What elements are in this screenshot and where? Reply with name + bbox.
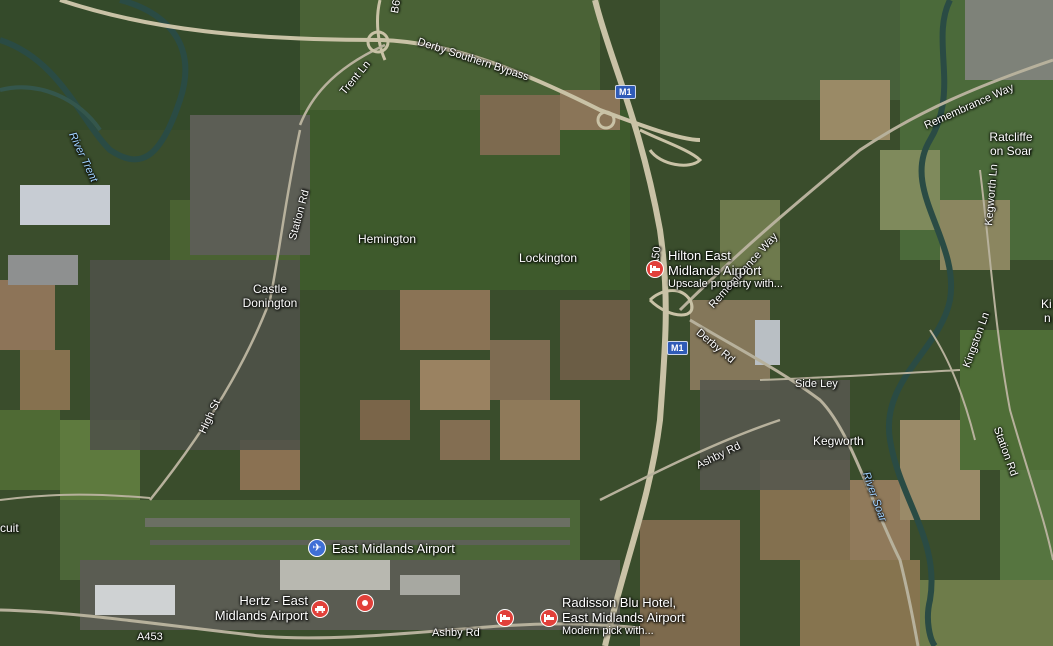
place-castle-donington: Castle Donington: [240, 282, 300, 310]
road-side-ley: Side Ley: [795, 378, 838, 390]
poi-radisson-label[interactable]: Radisson Blu Hotel, East Midlands Airpor…: [562, 595, 685, 638]
bed-icon: [500, 614, 510, 622]
poi-radisson-title-1: Radisson Blu Hotel,: [562, 595, 677, 610]
poi-hilton-label[interactable]: Hilton East Midlands Airport Upscale pro…: [668, 248, 783, 291]
poi-hertz-label[interactable]: Hertz - East Midlands Airport: [204, 593, 308, 623]
airplane-icon: ✈: [312, 541, 322, 554]
satellite-imagery: [0, 0, 1053, 646]
poi-hilton-subtitle: Upscale property with...: [668, 278, 783, 290]
place-lockington: Lockington: [519, 251, 578, 265]
airport-grounds: [60, 500, 620, 630]
place-castle-donington-line1: Castle: [252, 282, 287, 296]
car-icon: [315, 606, 325, 613]
bed-icon: [650, 265, 660, 273]
m1-shield-mid: M1: [667, 341, 688, 355]
airport-pin[interactable]: ✈: [308, 539, 326, 557]
place-ratcliffe-line1: Ratcliffe: [989, 130, 1033, 144]
m1-shield-top: M1: [615, 85, 636, 99]
poi-hertz-title-1: Hertz - East: [239, 593, 308, 608]
place-kegworth: Kegworth: [813, 434, 864, 448]
road-a453: A453: [137, 631, 163, 643]
place-ratcliffe-line2: on Soar: [989, 144, 1033, 158]
dot-icon: [362, 600, 368, 606]
poi-hilton-title-1: Hilton East: [668, 248, 731, 263]
place-pin-generic[interactable]: [356, 594, 374, 612]
map-view[interactable]: Hemington Lockington Castle Donington Ke…: [0, 0, 1053, 646]
hotel-pin-hilton[interactable]: [646, 260, 664, 278]
road-b6: B6: [388, 0, 404, 15]
poi-hertz-title-2: Midlands Airport: [214, 608, 308, 623]
place-n-fragment: n: [1044, 311, 1051, 325]
place-circuit-fragment: cuit: [0, 521, 19, 535]
place-hemington: Hemington: [358, 232, 417, 246]
hotel-pin-radisson[interactable]: [540, 609, 558, 627]
poi-hilton-title-2: Midlands Airport: [668, 263, 762, 278]
place-castle-donington-line2: Donington: [242, 296, 298, 310]
poi-radisson-subtitle: Modern pick with...: [562, 625, 654, 637]
hotel-pin-secondary[interactable]: [496, 609, 514, 627]
place-ratcliffe-on-soar: Ratcliffe on Soar: [986, 130, 1036, 158]
road-ashby-rd-bottom: Ashby Rd: [432, 627, 480, 639]
poi-airport-label[interactable]: East Midlands Airport: [332, 541, 455, 556]
bed-icon: [544, 614, 554, 622]
place-k-fragment: Ki: [1041, 297, 1052, 311]
car-rental-pin-hertz[interactable]: [311, 600, 329, 618]
poi-radisson-title-2: East Midlands Airport: [562, 610, 685, 625]
